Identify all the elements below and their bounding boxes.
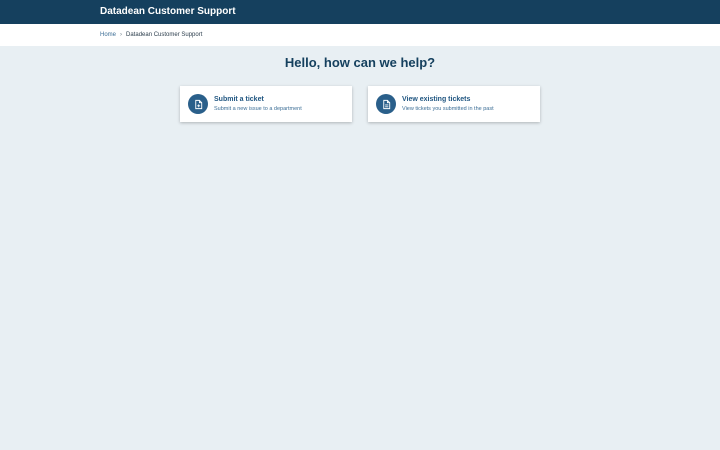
- breadcrumb-separator-icon: ›: [120, 32, 123, 38]
- card-title[interactable]: Submit a ticket: [214, 95, 264, 104]
- breadcrumb-current: Datadean Customer Support: [126, 32, 203, 38]
- submit-ticket-card[interactable]: Submit a ticket Submit a new issue to a …: [180, 86, 352, 122]
- view-tickets-card[interactable]: View existing tickets View tickets you s…: [368, 86, 540, 122]
- document-lines-icon: [376, 94, 396, 114]
- card-description: Submit a new issue to a department: [214, 106, 302, 112]
- breadcrumb-bar: Home › Datadean Customer Support: [0, 24, 720, 46]
- document-plus-icon: [188, 94, 208, 114]
- app-title[interactable]: Datadean Customer Support: [100, 5, 236, 19]
- top-header: Datadean Customer Support: [0, 0, 720, 24]
- card-title[interactable]: View existing tickets: [402, 95, 470, 104]
- page-heading: Hello, how can we help?: [284, 55, 436, 70]
- breadcrumb: Home › Datadean Customer Support: [100, 30, 202, 40]
- card-description: View tickets you submitted in the past: [402, 106, 494, 112]
- breadcrumb-home-link[interactable]: Home: [100, 30, 116, 40]
